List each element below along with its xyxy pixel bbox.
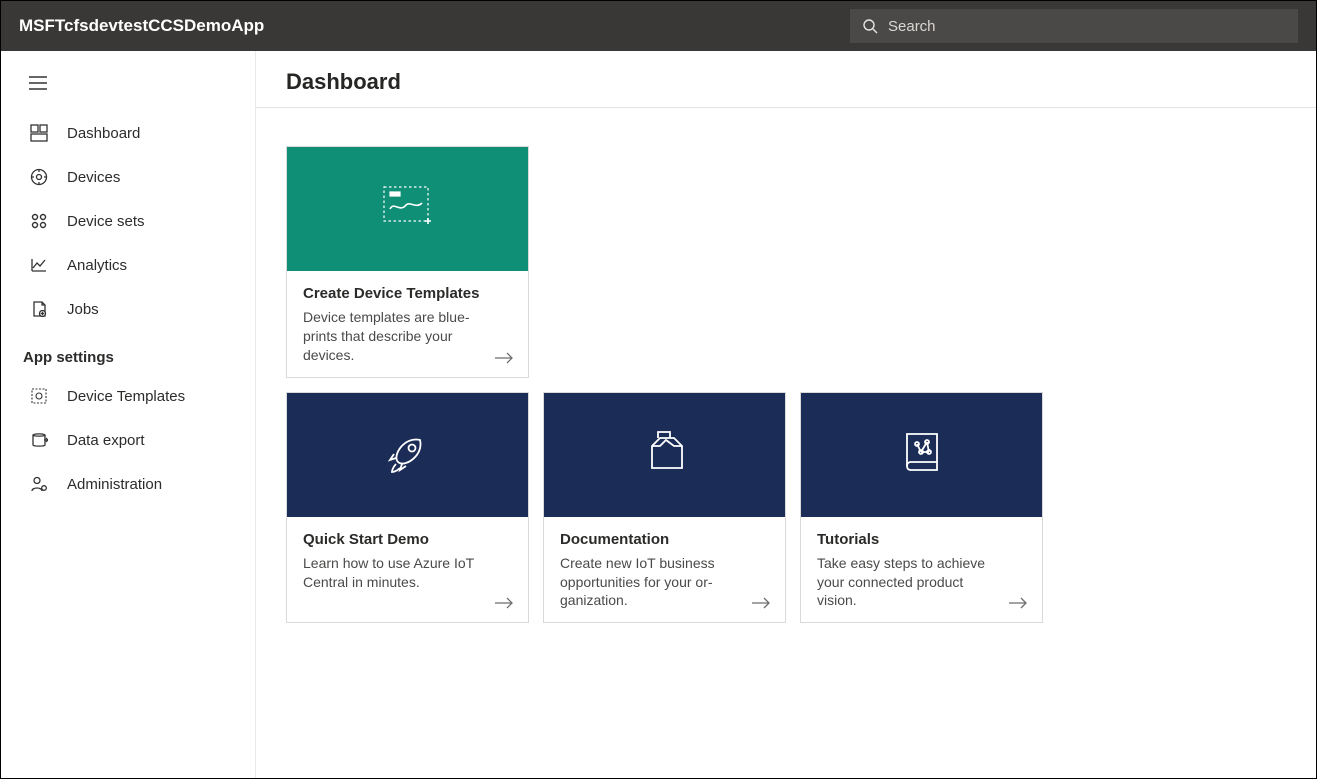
dashboard-icon <box>29 124 49 142</box>
card-description: Take easy steps to achieve your connecte… <box>817 554 1026 611</box>
analytics-icon <box>29 256 49 274</box>
card-hero <box>544 393 785 517</box>
arrow-right-icon <box>751 596 771 610</box>
data-export-icon <box>29 431 49 449</box>
jobs-icon <box>29 300 49 318</box>
card-description: Device templates are blue­prints that de… <box>303 308 512 365</box>
card-hero <box>287 147 528 271</box>
menu-toggle-button[interactable] <box>1 61 255 105</box>
sidebar-item-label: Data export <box>67 432 145 449</box>
sidebar-item-label: Device sets <box>67 213 145 230</box>
sidebar-item-devices[interactable]: Devices <box>1 155 255 199</box>
sidebar-item-label: Device Templates <box>67 388 185 405</box>
main-content: Dashboard <box>256 51 1316 778</box>
sidebar-item-data-export[interactable]: Data export <box>1 418 255 462</box>
tutorials-icon <box>899 428 945 481</box>
sidebar-item-label: Devices <box>67 169 120 186</box>
card-title: Quick Start Demo <box>303 531 512 548</box>
sidebar: Dashboard Devices Device sets <box>1 51 256 778</box>
card-title: Create Device Templates <box>303 285 512 302</box>
card-hero <box>287 393 528 517</box>
card-quick-start-demo[interactable]: Quick Start Demo Learn how to use Azure … <box>286 392 529 624</box>
sidebar-item-device-templates[interactable]: Device Templates <box>1 374 255 418</box>
sidebar-item-label: Administration <box>67 476 162 493</box>
device-sets-icon <box>29 212 49 230</box>
docs-icon <box>640 428 690 481</box>
sidebar-item-device-sets[interactable]: Device sets <box>1 199 255 243</box>
administration-icon <box>29 475 49 493</box>
arrow-right-icon <box>494 596 514 610</box>
arrow-right-icon <box>1008 596 1028 610</box>
card-description: Create new IoT business opportunities fo… <box>560 554 769 611</box>
card-create-device-templates[interactable]: Create Device Templates Device templates… <box>286 146 529 378</box>
sidebar-item-label: Jobs <box>67 301 99 318</box>
device-templates-icon <box>29 387 49 405</box>
sidebar-section-label: App settings <box>1 331 255 374</box>
sidebar-item-jobs[interactable]: Jobs <box>1 287 255 331</box>
app-title: MSFTcfsdevtestCCSDemoApp <box>19 16 264 36</box>
card-documentation[interactable]: Documentation Create new IoT business op… <box>543 392 786 624</box>
card-title: Tutorials <box>817 531 1026 548</box>
search-box[interactable] <box>850 9 1298 43</box>
page-title: Dashboard <box>256 51 1316 108</box>
search-input[interactable] <box>888 18 1286 35</box>
devices-icon <box>29 168 49 186</box>
sidebar-item-analytics[interactable]: Analytics <box>1 243 255 287</box>
sidebar-item-dashboard[interactable]: Dashboard <box>1 111 255 155</box>
sidebar-item-administration[interactable]: Administration <box>1 462 255 506</box>
rocket-icon <box>382 426 434 483</box>
search-icon <box>862 18 878 34</box>
sidebar-item-label: Dashboard <box>67 125 140 142</box>
card-tutorials[interactable]: Tutorials Take easy steps to achieve you… <box>800 392 1043 624</box>
card-description: Learn how to use Azure IoT Central in mi… <box>303 554 512 592</box>
sidebar-item-label: Analytics <box>67 257 127 274</box>
template-icon <box>376 179 440 240</box>
card-title: Documentation <box>560 531 769 548</box>
arrow-right-icon <box>494 351 514 365</box>
card-hero <box>801 393 1042 517</box>
topbar: MSFTcfsdevtestCCSDemoApp <box>1 1 1316 51</box>
